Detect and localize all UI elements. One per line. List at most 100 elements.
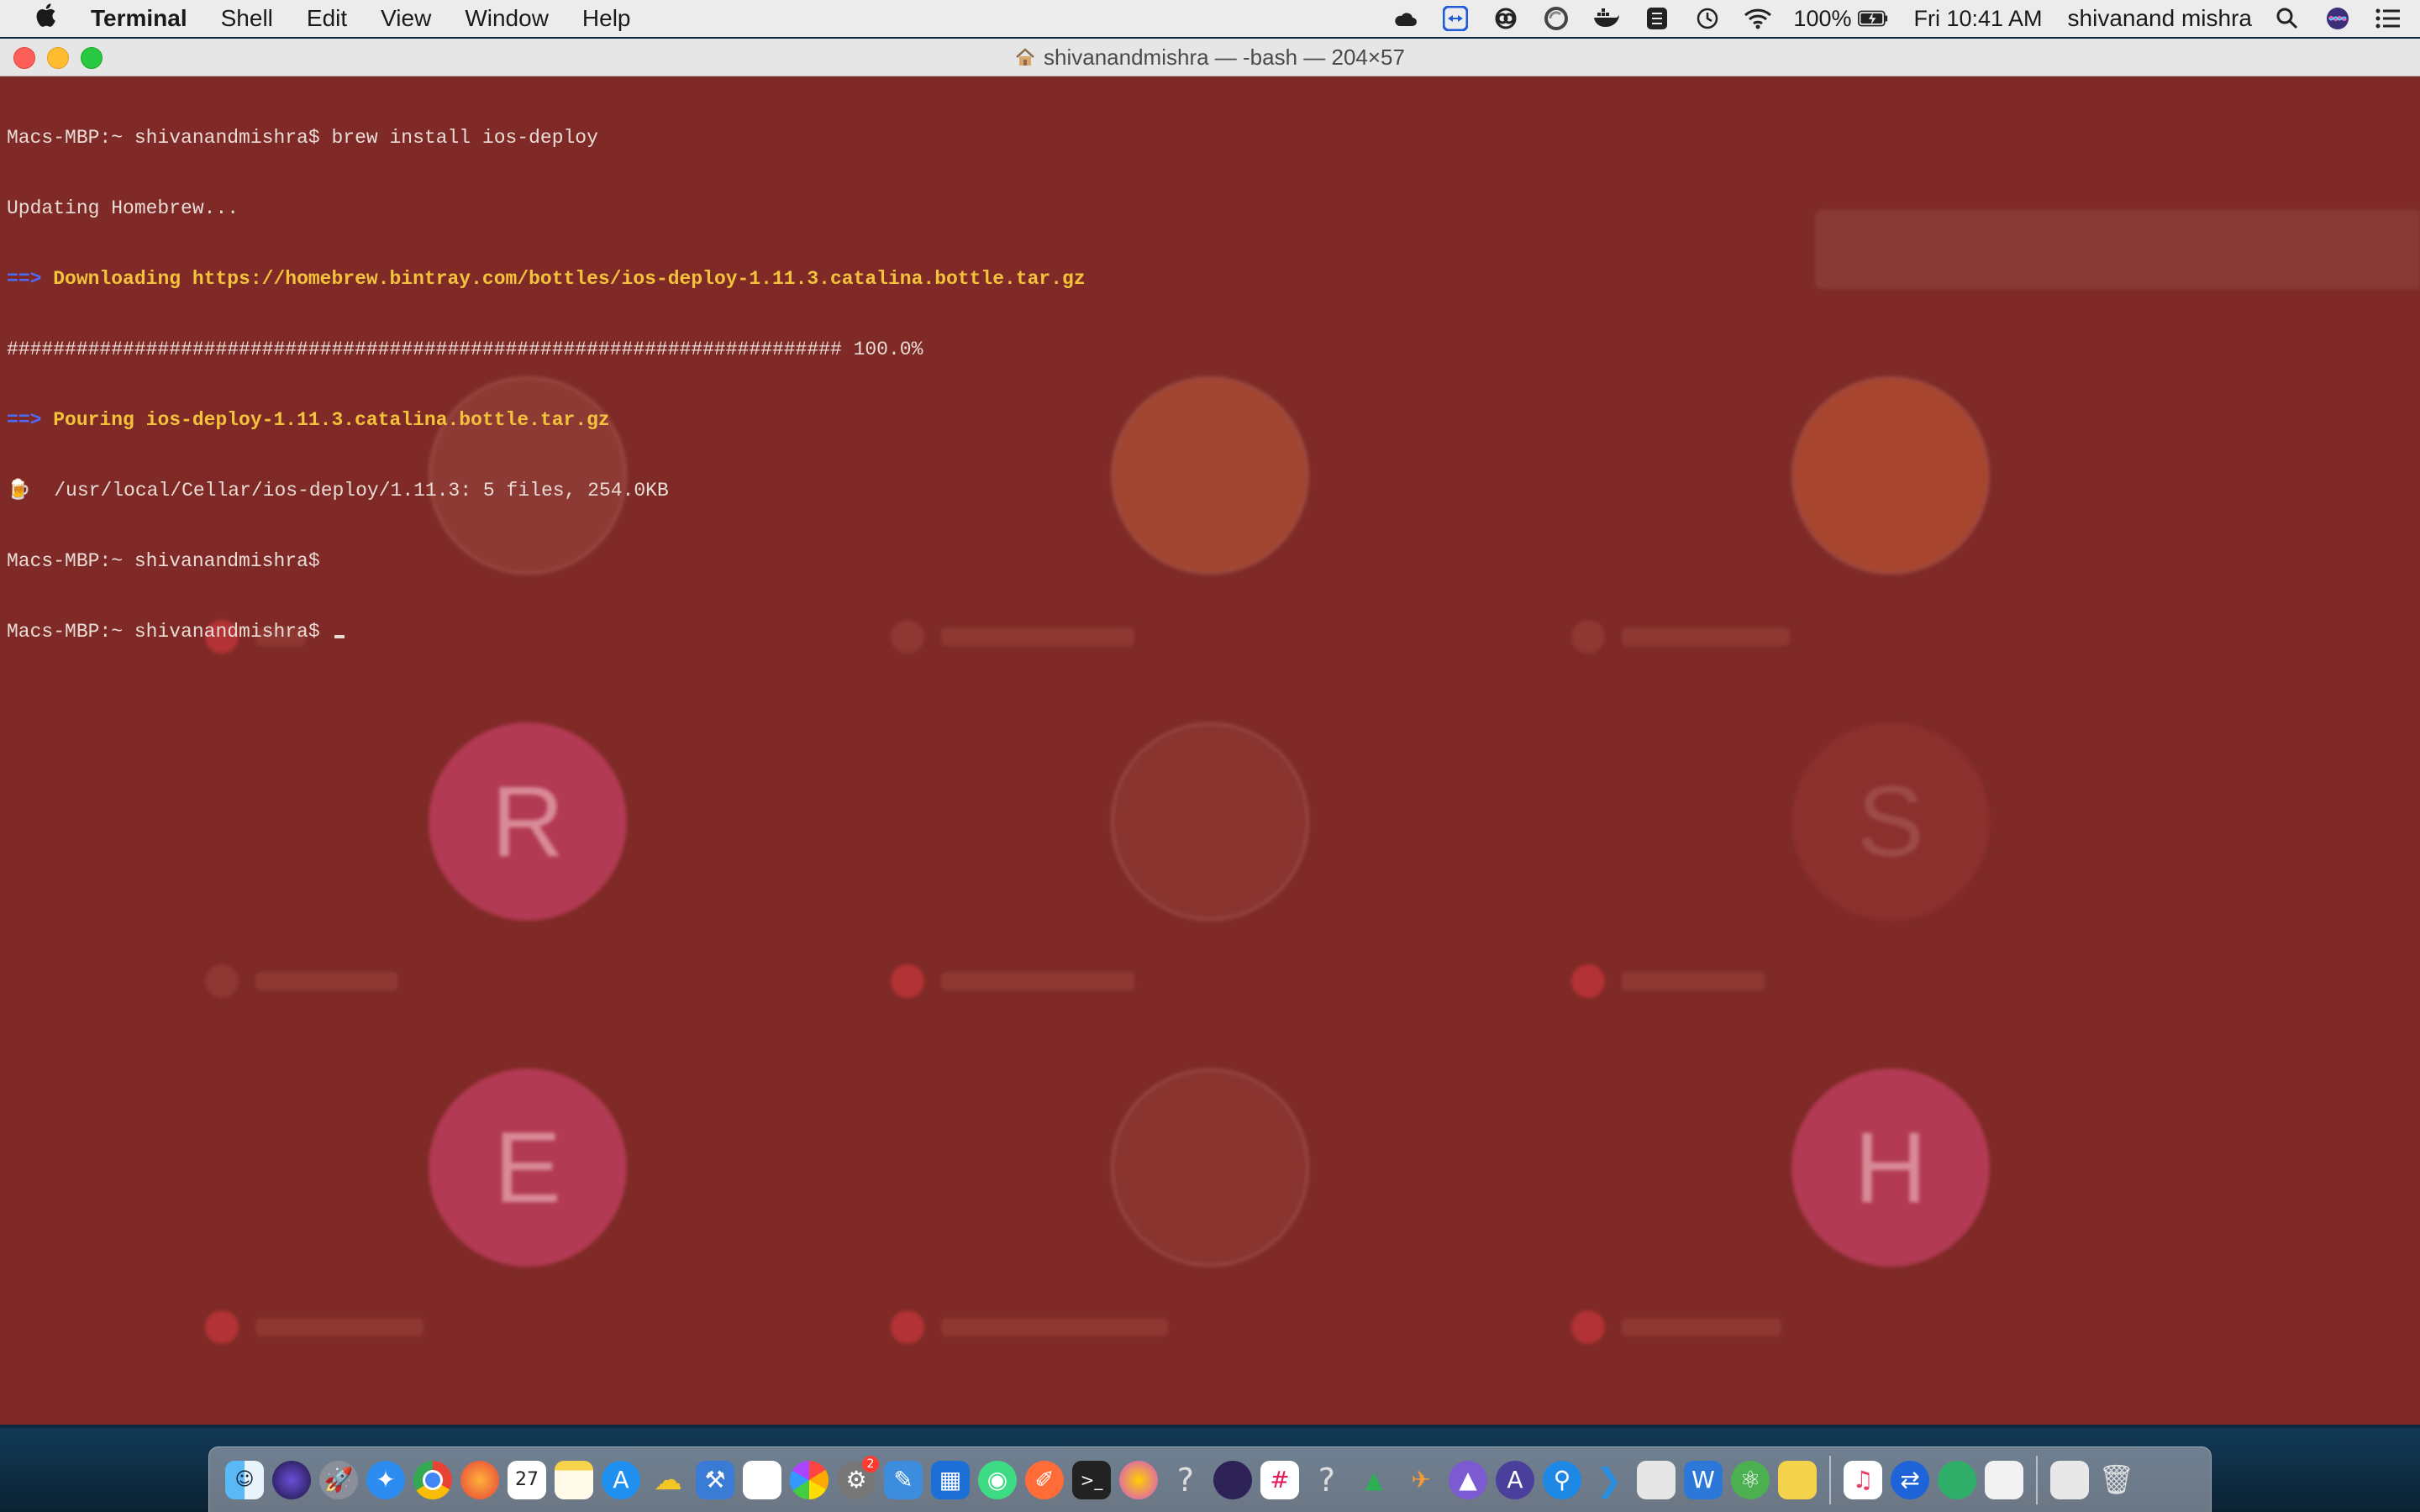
firefox-icon[interactable] [460, 1460, 499, 1499]
spotlight-icon[interactable] [2272, 6, 2302, 31]
avatar-letter: E [429, 1068, 627, 1267]
prompt-text: Macs-MBP:~ shivanandmishra$ [7, 621, 332, 643]
preview-icon[interactable] [1637, 1460, 1676, 1499]
terminal-line: ==> Pouring ios-deploy-1.11.3.catalina.b… [7, 408, 2420, 432]
text-cursor [334, 635, 345, 638]
menu-bar: Terminal Shell Edit View Window Help 100… [0, 0, 2420, 37]
slack-icon[interactable]: # [1260, 1460, 1299, 1499]
status-area: 100% Fri 10:41 AM shivanand mishra [1370, 5, 2403, 32]
maps-pin-icon[interactable]: ⚲ [1543, 1460, 1581, 1499]
name-row [205, 1310, 424, 1344]
atom-icon[interactable]: ⚛ [1731, 1460, 1770, 1499]
home-folder-icon [1015, 40, 1035, 66]
notification-center-icon[interactable] [2373, 6, 2403, 31]
teamviewer-icon[interactable] [1440, 6, 1470, 31]
siri-app-icon[interactable] [272, 1460, 311, 1499]
cellar-path: /usr/local/Cellar/ios-deploy/1.11.3: 5 f… [30, 480, 669, 501]
stickies-icon[interactable] [1778, 1460, 1817, 1499]
vpn-icon[interactable] [1642, 6, 1672, 31]
affinity-icon[interactable]: ▲ [1449, 1460, 1487, 1499]
trash-icon[interactable]: 🗑 [2097, 1461, 2136, 1499]
menu-view[interactable]: View [381, 5, 431, 32]
music-icon[interactable]: ♫ [1844, 1460, 1882, 1499]
sourcetree-icon[interactable]: ▲ [1355, 1461, 1393, 1499]
terminal-window: shivanandmishra — -bash — 204×57 R S E H… [0, 39, 2420, 1425]
apple-menu-icon[interactable] [30, 2, 64, 36]
unknown-app-icon[interactable]: ? [1307, 1461, 1346, 1499]
instruments-icon[interactable]: ✎ [884, 1460, 923, 1499]
system-preferences-icon[interactable]: ⚙ 2 [837, 1455, 879, 1499]
calendar-day: 27 [515, 1469, 539, 1490]
sync-icon[interactable] [1541, 6, 1571, 31]
eclipse-icon[interactable] [1213, 1460, 1252, 1499]
docker-icon[interactable] [1591, 6, 1622, 31]
terminal-line: Macs-MBP:~ shivanandmishra$ brew install… [7, 127, 598, 149]
time-machine-icon[interactable] [1692, 6, 1723, 31]
flower-app-icon[interactable] [1119, 1460, 1158, 1499]
prompt-line[interactable]: Macs-MBP:~ shivanandmishra$ [7, 620, 2420, 643]
safari-icon[interactable]: ✦ [366, 1460, 405, 1499]
terminal-line: ==> Downloading https://homebrew.bintray… [7, 267, 2420, 291]
swiftbar-icon[interactable]: ✈ [1402, 1461, 1440, 1499]
chrome-icon[interactable] [413, 1460, 452, 1499]
dock-separator [2036, 1455, 2038, 1504]
menu-shell[interactable]: Shell [221, 5, 273, 32]
calendar-icon[interactable]: 27 [508, 1460, 546, 1499]
adobe-app-icon[interactable]: A [1496, 1460, 1534, 1499]
terminal-line: 🍺 /usr/local/Cellar/ios-deploy/1.11.3: 5… [7, 479, 2420, 502]
avatar-letter: R [429, 722, 627, 921]
dock-separator [1829, 1455, 1831, 1504]
wifi-icon[interactable] [1743, 6, 1773, 31]
teamviewer-dock-icon[interactable]: ⇄ [1891, 1460, 1929, 1499]
cloud-icon[interactable] [1390, 6, 1420, 31]
app-store-icon[interactable]: A [602, 1460, 640, 1499]
menu-help[interactable]: Help [582, 5, 631, 32]
name-row [1571, 1310, 1781, 1344]
clock[interactable]: Fri 10:41 AM [1913, 6, 2042, 32]
menu-app-terminal[interactable]: Terminal [91, 5, 187, 32]
menu-edit[interactable]: Edit [307, 5, 347, 32]
window-title: shivanandmishra — -bash — 204×57 [1044, 45, 1405, 70]
notes-icon[interactable] [555, 1460, 593, 1499]
battery-icon[interactable] [1858, 6, 1888, 31]
dock: ☺ 🚀 ✦ 27 A ☁ ⚒ ⚙ 2 ✎ ▦ ◉ ✐ >_ ? # ? ▲ ✈ ▲… [208, 1446, 2212, 1512]
downloads-folder-icon[interactable] [2050, 1460, 2089, 1499]
photos-icon[interactable] [790, 1460, 829, 1499]
unknown-app-icon[interactable]: ? [1166, 1461, 1205, 1499]
window-title-area: shivanandmishra — -bash — 204×57 [0, 39, 2420, 76]
name-row [891, 964, 1134, 998]
xcode-icon[interactable]: ⚒ [696, 1460, 734, 1499]
arrow-marker: ==> [7, 409, 42, 431]
launchpad-icon[interactable]: 🚀 [319, 1460, 358, 1499]
avatar [1111, 1068, 1309, 1267]
browser-icon[interactable] [1938, 1460, 1976, 1499]
name-row [1571, 964, 1765, 998]
progress-line: ########################################… [7, 339, 923, 360]
avatar-letter: S [1791, 722, 1990, 921]
creative-cloud-icon[interactable] [1491, 6, 1521, 31]
terminal-output[interactable]: Macs-MBP:~ shivanandmishra$ brew install… [7, 79, 2420, 690]
android-studio-icon[interactable]: ◉ [978, 1460, 1017, 1499]
reminders-icon[interactable] [743, 1460, 781, 1499]
security-app-icon[interactable]: ▦ [931, 1460, 970, 1499]
terminal-app-icon[interactable]: >_ [1072, 1460, 1111, 1499]
pouring-message: Pouring ios-deploy-1.11.3.catalina.bottl… [41, 409, 610, 431]
download-message: Downloading https://homebrew.bintray.com… [41, 268, 1086, 290]
postman-icon[interactable]: ✐ [1025, 1460, 1064, 1499]
menu-window[interactable]: Window [465, 5, 549, 32]
word-icon[interactable]: W [1684, 1460, 1723, 1499]
beer-icon: 🍺 [7, 480, 31, 501]
finder-icon[interactable]: ☺ [225, 1460, 264, 1499]
vscode-icon[interactable]: ❯ [1590, 1461, 1628, 1499]
notification-badge: 2 [862, 1455, 879, 1473]
avatar-letter: H [1791, 1068, 1990, 1267]
terminal-line: Updating Homebrew... [7, 197, 239, 219]
icloud-icon[interactable]: ☁ [649, 1461, 687, 1499]
siri-icon[interactable] [2323, 6, 2353, 31]
name-row [205, 964, 398, 998]
battery-percent[interactable]: 100% [1793, 6, 1851, 32]
user-name[interactable]: shivanand mishra [2068, 5, 2252, 32]
document-icon[interactable] [1985, 1460, 2023, 1499]
title-bar[interactable]: shivanandmishra — -bash — 204×57 [0, 39, 2420, 76]
arrow-marker: ==> [7, 268, 42, 290]
